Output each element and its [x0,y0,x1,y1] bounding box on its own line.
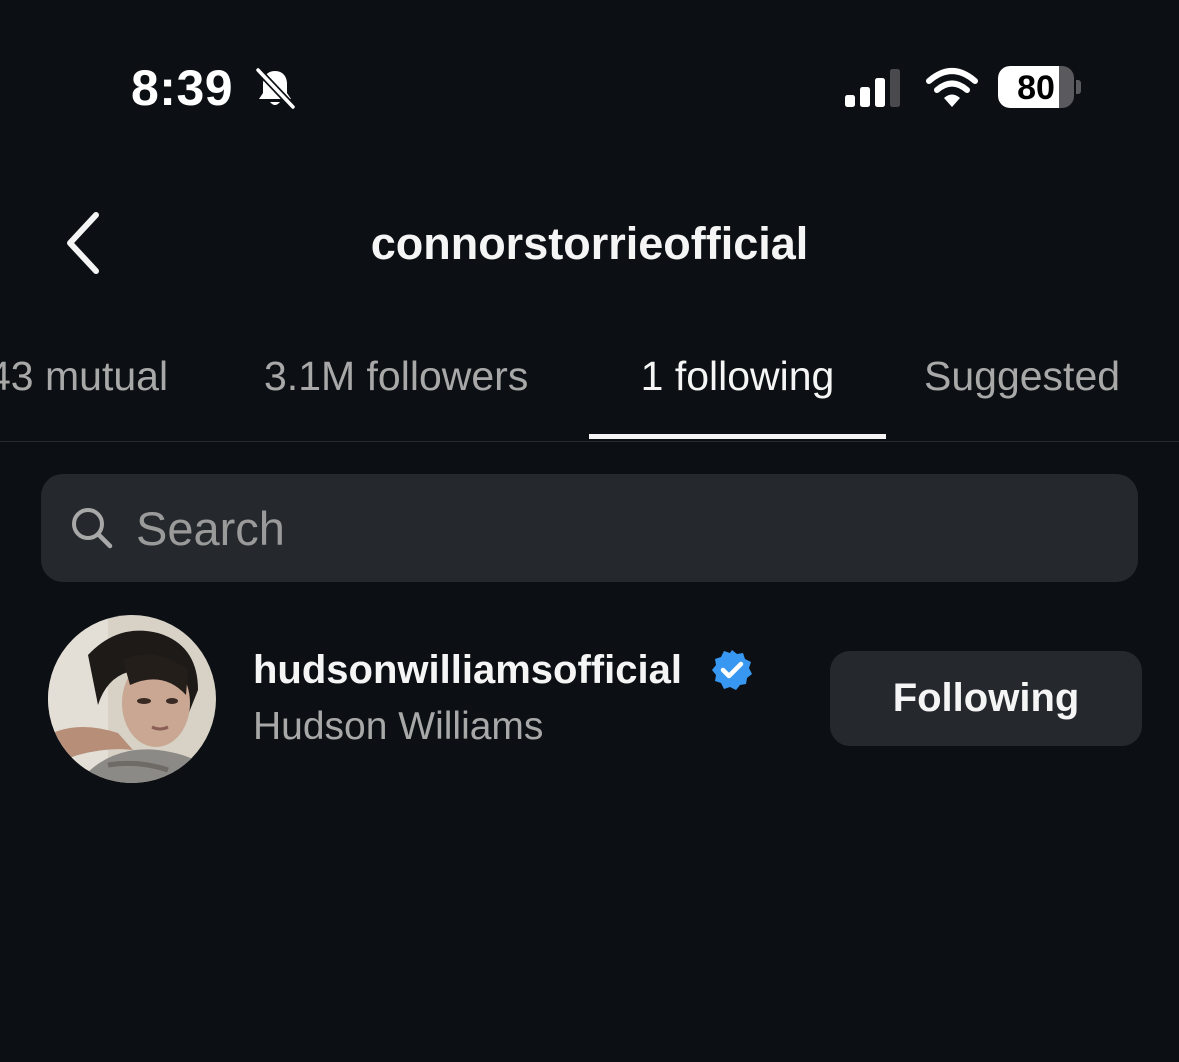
list-item-username[interactable]: hudsonwilliamsofficial [253,644,682,696]
list-item-full-name: Hudson Williams [253,705,544,748]
status-time: 8:39 [131,60,234,116]
battery-body: 80 [998,66,1074,108]
battery-cap [1076,80,1081,94]
bell-muted-icon [254,66,297,110]
status-bar: 8:39 80 [0,0,1179,160]
wifi-icon [926,68,978,107]
search-icon [72,508,113,549]
avatar[interactable] [48,615,216,783]
battery-icon: 80 [998,66,1082,110]
search-input[interactable] [136,490,1096,566]
avatar-image [48,615,216,783]
active-tab-indicator [589,434,886,439]
tab-mutual[interactable]: 43 mutual [0,330,168,440]
tab-followers[interactable]: 3.1M followers [264,330,528,440]
verified-badge-icon [712,650,752,690]
following-button[interactable]: Following [830,651,1142,746]
tab-suggested[interactable]: Suggested [924,330,1120,440]
signal-icon [845,69,900,107]
page-title: connorstorrieofficial [370,218,809,269]
battery-level: 80 [1017,69,1055,107]
tab-following[interactable]: 1 following [589,330,886,440]
tab-bar: 43 mutual 3.1M followers 1 following Sug… [0,330,1179,442]
